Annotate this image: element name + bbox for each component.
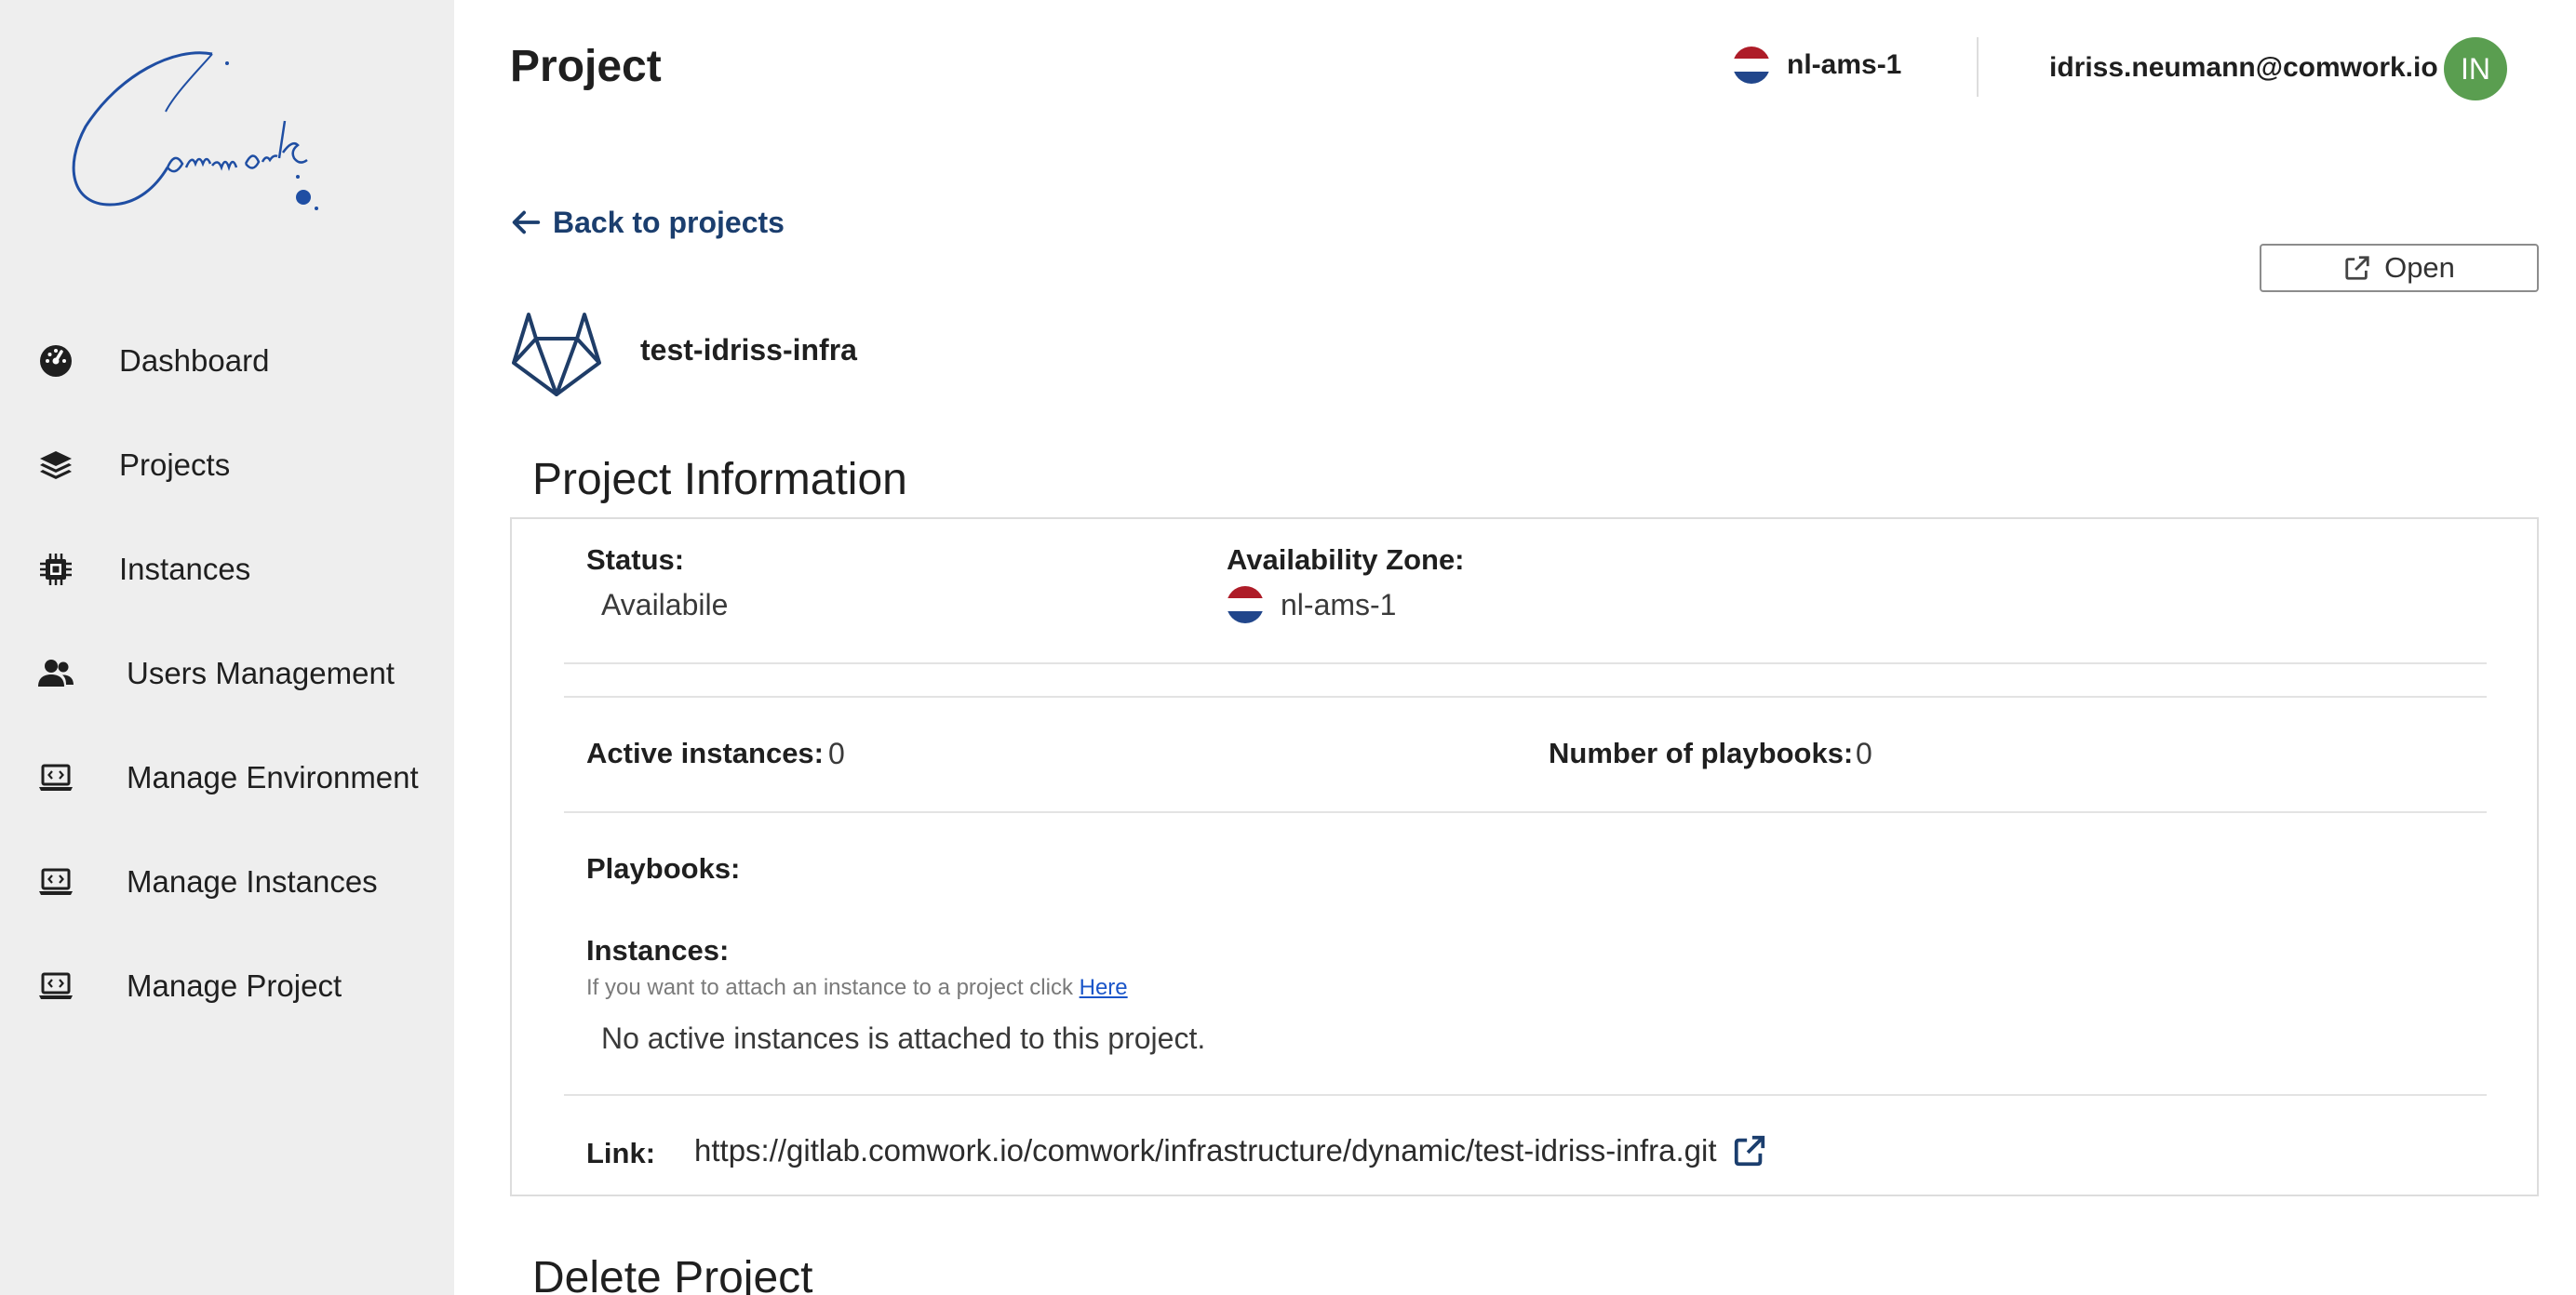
laptop-code-icon — [35, 966, 76, 1007]
back-to-projects-link[interactable]: Back to projects — [508, 205, 785, 240]
divider — [564, 662, 2487, 664]
repository-link: https://gitlab.comwork.io/comwork/infras… — [694, 1133, 1767, 1168]
repository-url[interactable]: https://gitlab.comwork.io/comwork/infras… — [694, 1133, 1717, 1168]
netherlands-flag-icon — [1227, 586, 1264, 623]
sidebar-item-instances[interactable]: Instances — [35, 536, 250, 603]
active-instances-label: Active instances: — [586, 737, 824, 769]
sidebar-item-dashboard[interactable]: Dashboard — [35, 327, 269, 394]
delete-project-title: Delete Project — [532, 1253, 813, 1295]
status-label: Status: — [586, 543, 685, 576]
availability-zone-value: nl-ams-1 — [1281, 587, 1397, 621]
external-link-icon — [2345, 256, 2369, 280]
page-title: Project — [510, 42, 662, 91]
region-selector[interactable]: nl-ams-1 — [1733, 47, 1901, 84]
sidebar-item-label: Users Management — [127, 656, 395, 690]
number-of-playbooks-value: 0 — [1856, 737, 1872, 770]
gitlab-icon — [512, 313, 601, 396]
instances-hint: If you want to attach an instance to a p… — [586, 975, 1128, 1001]
region-label: nl-ams-1 — [1787, 49, 1902, 80]
number-of-playbooks-label: Number of playbooks: — [1549, 737, 1854, 769]
users-icon — [35, 653, 76, 694]
sidebar-item-label: Instances — [119, 552, 251, 586]
comwork-logo[interactable] — [63, 37, 380, 223]
active-instances-value: 0 — [828, 737, 845, 770]
header-divider — [1977, 37, 1979, 97]
sidebar-item-label: Manage Environment — [127, 760, 419, 794]
layers-icon — [35, 445, 76, 486]
project-name: test-idriss-infra — [640, 333, 857, 367]
playbooks-label: Playbooks: — [586, 852, 741, 885]
sidebar-item-label: Manage Project — [127, 968, 342, 1003]
instances-label: Instances: — [586, 934, 730, 967]
status-value: Availabile — [601, 588, 729, 621]
divider — [564, 696, 2487, 698]
user-email[interactable]: idriss.neumann@comwork.io — [2049, 52, 2438, 84]
sidebar-item-label: Projects — [119, 447, 231, 482]
project-info-card: Status: Availabile Availability Zone: nl… — [510, 517, 2539, 1196]
availability-zone: nl-ams-1 — [1227, 586, 1396, 623]
attach-instance-link[interactable]: Here — [1080, 975, 1128, 1000]
sidebar-item-label: Manage Instances — [127, 864, 378, 899]
sidebar-item-manage-environment[interactable]: Manage Environment — [35, 744, 419, 811]
link-label: Link: — [586, 1137, 656, 1169]
sidebar-item-manage-instances[interactable]: Manage Instances — [35, 848, 378, 915]
sidebar: Dashboard Projects Instances Users Manag… — [0, 0, 454, 1295]
divider — [564, 811, 2487, 813]
laptop-code-icon — [35, 861, 76, 902]
sidebar-item-manage-project[interactable]: Manage Project — [35, 953, 342, 1020]
laptop-code-icon — [35, 757, 76, 798]
availability-zone-label: Availability Zone: — [1227, 543, 1465, 576]
back-link-label: Back to projects — [553, 205, 785, 239]
instances-hint-text: If you want to attach an instance to a p… — [586, 975, 1073, 1000]
project-information-title: Project Information — [532, 455, 907, 504]
open-button[interactable]: Open — [2260, 244, 2539, 292]
netherlands-flag-icon — [1733, 47, 1770, 84]
chip-icon — [35, 549, 76, 590]
avatar[interactable]: IN — [2444, 37, 2507, 100]
arrow-left-icon — [512, 210, 541, 234]
sidebar-item-users-management[interactable]: Users Management — [35, 640, 395, 707]
open-button-label: Open — [2384, 251, 2455, 284]
sidebar-item-label: Dashboard — [119, 343, 270, 378]
divider — [564, 1094, 2487, 1096]
sidebar-item-projects[interactable]: Projects — [35, 432, 230, 499]
dashboard-icon — [35, 340, 76, 381]
no-instances-message: No active instances is attached to this … — [601, 1021, 1206, 1055]
external-link-icon[interactable] — [1732, 1133, 1767, 1168]
